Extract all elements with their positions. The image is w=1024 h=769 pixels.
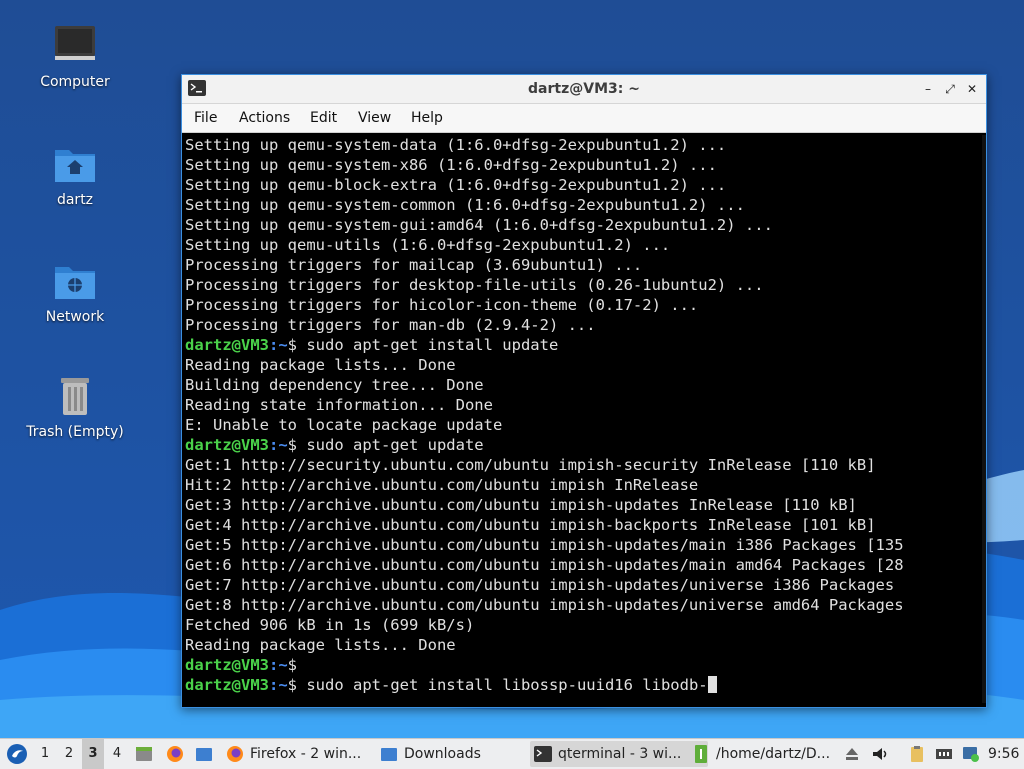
- prompt-path: :~: [269, 676, 288, 694]
- update-notifier-icon[interactable]: [962, 745, 980, 763]
- start-menu-button[interactable]: [4, 739, 30, 769]
- terminal-line: Setting up qemu-system-x86 (1:6.0+dfsg-2…: [185, 156, 717, 174]
- computer-icon: [55, 26, 95, 60]
- task-downloads[interactable]: Downloads: [376, 741, 544, 767]
- task-label: qterminal - 3 wi...: [558, 746, 682, 762]
- terminal-line: Processing triggers for man-db (2.9.4-2)…: [185, 316, 596, 334]
- desktop-icon-label: Computer: [40, 74, 110, 90]
- terminal-line: Reading package lists... Done: [185, 356, 456, 374]
- clock[interactable]: 9:56: [988, 739, 1022, 769]
- terminal-line: Setting up qemu-system-common (1:6.0+dfs…: [185, 196, 745, 214]
- task-label: /home/dartz/D...: [716, 746, 831, 762]
- terminal-line: Get:6 http://archive.ubuntu.com/ubuntu i…: [185, 556, 904, 574]
- window-title: dartz@VM3: ~: [528, 81, 640, 97]
- terminal-window[interactable]: dartz@VM3: ~ – ⤢ ✕ File Actions Edit Vie…: [181, 74, 987, 708]
- prompt-path: :~: [269, 436, 288, 454]
- terminal-line: Get:7 http://archive.ubuntu.com/ubuntu i…: [185, 576, 895, 594]
- desktop-icon-label: Network: [45, 309, 105, 325]
- firefox-launcher-icon[interactable]: [166, 745, 184, 763]
- prompt-command: $: [287, 656, 298, 674]
- terminal-line: Reading state information... Done: [185, 396, 493, 414]
- task-firefox[interactable]: Firefox - 2 win...: [222, 741, 396, 767]
- terminal-line: Setting up qemu-block-extra (1:6.0+dfsg-…: [185, 176, 727, 194]
- terminal-icon: [534, 746, 552, 762]
- desktop-icon-label: Trash (Empty): [26, 424, 124, 440]
- workspace-4[interactable]: 4: [106, 739, 128, 769]
- terminal-output[interactable]: Setting up qemu-system-data (1:6.0+dfsg-…: [185, 135, 981, 703]
- maximize-button[interactable]: ⤢: [942, 81, 958, 97]
- prompt-command: $ sudo apt-get install update: [287, 336, 559, 354]
- prompt-user: dartz@VM3: [185, 656, 269, 674]
- terminal-line: Get:5 http://archive.ubuntu.com/ubuntu i…: [185, 536, 904, 554]
- clipboard-icon[interactable]: [908, 745, 926, 763]
- show-desktop-icon[interactable]: [135, 745, 153, 763]
- terminal-line: Get:3 http://archive.ubuntu.com/ubuntu i…: [185, 496, 857, 514]
- terminal-line: Fetched 906 kB in 1s (699 kB/s): [185, 616, 475, 634]
- window-titlebar[interactable]: dartz@VM3: ~ – ⤢ ✕: [182, 75, 986, 104]
- terminal-prompt-line: dartz@VM3:~$: [185, 655, 981, 675]
- menu-actions[interactable]: Actions: [239, 104, 290, 132]
- task-label: Firefox - 2 win...: [250, 746, 362, 762]
- home-folder-icon: [55, 150, 95, 182]
- terminal-line: Setting up qemu-utils (1:6.0+dfsg-2expub…: [185, 236, 671, 254]
- workspace-2[interactable]: 2: [58, 739, 80, 769]
- workspace-1[interactable]: 1: [34, 739, 56, 769]
- terminal-line: E: Unable to locate package update: [185, 416, 503, 434]
- menu-view[interactable]: View: [358, 104, 391, 132]
- task-qterminal[interactable]: qterminal - 3 wi...: [530, 741, 708, 767]
- terminal-line: Get:8 http://archive.ubuntu.com/ubuntu i…: [185, 596, 904, 614]
- prompt-user: dartz@VM3: [185, 336, 269, 354]
- terminal-line: Processing triggers for mailcap (3.69ubu…: [185, 256, 643, 274]
- desktop-icon-trash[interactable]: Trash (Empty): [10, 372, 140, 440]
- close-button[interactable]: ✕: [964, 81, 980, 97]
- eject-icon[interactable]: [843, 745, 861, 763]
- terminal-line: Get:4 http://archive.ubuntu.com/ubuntu i…: [185, 516, 876, 534]
- prompt-path: :~: [269, 336, 288, 354]
- terminal-line: Building dependency tree... Done: [185, 376, 484, 394]
- terminal-line: Hit:2 http://archive.ubuntu.com/ubuntu i…: [185, 476, 699, 494]
- menu-bar: File Actions Edit View Help: [182, 104, 986, 133]
- terminal-cursor: [707, 676, 717, 693]
- terminal-line: Processing triggers for desktop-file-uti…: [185, 276, 764, 294]
- terminal-line: Get:1 http://security.ubuntu.com/ubuntu …: [185, 456, 876, 474]
- prompt-command: $ sudo apt-get install libossp-uuid16 li…: [287, 676, 708, 694]
- terminal-prompt-line: dartz@VM3:~$ sudo apt-get install liboss…: [185, 675, 981, 695]
- network-icon[interactable]: [935, 745, 953, 763]
- desktop-icon-home-folder[interactable]: dartz: [10, 140, 140, 208]
- terminal-prompt-line: dartz@VM3:~$ sudo apt-get update: [185, 435, 981, 455]
- minimize-button[interactable]: –: [920, 81, 936, 97]
- network-folder-icon: [55, 267, 95, 299]
- task-text-editor[interactable]: /home/dartz/D...: [688, 741, 862, 767]
- prompt-path: :~: [269, 656, 288, 674]
- menu-edit[interactable]: Edit: [310, 104, 337, 132]
- terminal-line: Setting up qemu-system-gui:amd64 (1:6.0+…: [185, 216, 773, 234]
- terminal-prompt-line: dartz@VM3:~$ sudo apt-get install update: [185, 335, 981, 355]
- terminal-line: Processing triggers for hicolor-icon-the…: [185, 296, 699, 314]
- firefox-icon: [227, 746, 243, 762]
- workspace-3[interactable]: 3: [82, 739, 104, 769]
- app-menu-icon: [7, 744, 27, 764]
- text-editor-icon: [695, 745, 707, 763]
- prompt-command: $ sudo apt-get update: [287, 436, 484, 454]
- taskbar: 1 2 3 4 Firefox - 2 win... Downloads qte…: [0, 738, 1024, 769]
- terminal-line: Reading package lists... Done: [185, 636, 456, 654]
- menu-help[interactable]: Help: [411, 104, 443, 132]
- desktop-icon-network[interactable]: Network: [10, 257, 140, 325]
- volume-icon[interactable]: [871, 745, 889, 763]
- terminal-line: Setting up qemu-system-data (1:6.0+dfsg-…: [185, 136, 727, 154]
- prompt-user: dartz@VM3: [185, 676, 269, 694]
- trash-icon: [61, 378, 89, 415]
- task-label: Downloads: [404, 746, 481, 762]
- menu-file[interactable]: File: [194, 104, 217, 132]
- file-manager-launcher-icon[interactable]: [195, 745, 213, 763]
- desktop-icon-computer[interactable]: Computer: [10, 22, 140, 90]
- desktop-icon-label: dartz: [56, 192, 94, 208]
- terminal-scrollbar[interactable]: [982, 135, 986, 703]
- folder-icon: [381, 748, 397, 761]
- prompt-user: dartz@VM3: [185, 436, 269, 454]
